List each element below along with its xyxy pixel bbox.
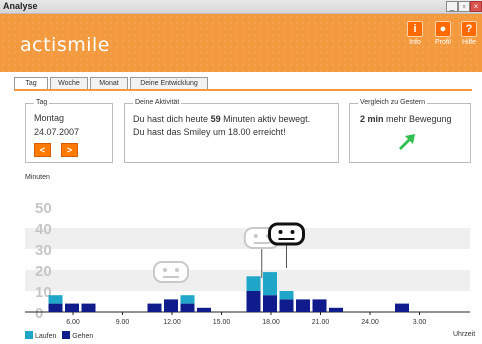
y-tick-label: 0 [35, 305, 43, 322]
close-icon[interactable]: × [470, 1, 482, 12]
bar-laufen [246, 276, 261, 291]
profile-button[interactable]: ● Profil [432, 21, 454, 46]
day-box-legend: Tag [34, 99, 50, 106]
legend-swatch-gehen [62, 331, 71, 339]
grid-band [25, 249, 470, 270]
bar-gehen [296, 299, 310, 312]
minimize-icon[interactable]: _ [446, 1, 458, 12]
bar-gehen [329, 307, 343, 312]
prev-day-button[interactable]: < [34, 143, 51, 157]
bar-gehen [197, 307, 211, 312]
help-icon: ? [461, 21, 477, 37]
bar-gehen [48, 303, 63, 312]
app-header: actismile i Info ● Profil ? Hilfe [0, 14, 482, 72]
tab-monat[interactable]: Monat [90, 77, 128, 89]
tab-deine-entwicklung[interactable]: Deine Entwicklung [130, 77, 208, 89]
bar-gehen [147, 303, 162, 312]
chart-legend: Laufen Gehen [25, 331, 93, 340]
compare-value: 2 min [360, 114, 384, 124]
smiley-eye [163, 268, 167, 272]
x-tick-label: 12.00 [163, 319, 181, 326]
smiley-eye [175, 268, 179, 272]
y-tick-label: 50 [35, 200, 52, 217]
smiley-inactive-icon [153, 261, 189, 283]
info-icon: i [407, 21, 423, 37]
profile-icon: ● [435, 21, 451, 37]
bar-gehen [81, 303, 96, 312]
smiley-active-icon [268, 222, 305, 246]
day-box: Tag Montag 24.07.2007 < > [25, 99, 113, 163]
bar-laufen [180, 295, 195, 304]
x-tick-label: 3.00 [413, 319, 427, 326]
bar-laufen [263, 272, 277, 296]
bar-gehen [180, 303, 195, 312]
smiley-eye [253, 234, 258, 238]
x-tick-label: 15.00 [213, 319, 231, 326]
tab-woche[interactable]: Woche [50, 77, 88, 89]
help-button[interactable]: ? Hilfe [458, 21, 480, 46]
grid-band [25, 207, 470, 228]
window-title: Analyse [3, 1, 38, 11]
x-axis-unit: Uhrzeit [453, 331, 476, 338]
y-tick-label: 40 [35, 221, 52, 238]
activity-box-legend: Deine Aktivität [133, 99, 182, 106]
compare-text: 2 min mehr Bewegung [360, 114, 452, 124]
active-minutes-value: 59 [210, 114, 221, 124]
bar-gehen [395, 303, 409, 312]
bar-gehen [164, 299, 178, 312]
arrow-up-right-icon [399, 134, 415, 150]
legend-label-laufen: Laufen [35, 333, 57, 340]
activity-box: Deine Aktivität Du hast dich heute 59 Mi… [124, 99, 339, 163]
smiley-reached-text: Du hast das Smiley um 18.00 erreicht! [133, 127, 286, 137]
date: 24.07.2007 [34, 127, 80, 137]
y-axis-unit: Minuten [25, 174, 50, 181]
next-day-button[interactable]: > [61, 143, 78, 157]
legend-swatch-laufen [25, 331, 33, 339]
smiley-eye [278, 230, 283, 234]
y-tick-label: 30 [35, 242, 52, 259]
bar-gehen [279, 299, 294, 312]
compare-box: Vergleich zu Gestern 2 min mehr Bewegung [349, 99, 471, 163]
bar-laufen [48, 295, 63, 304]
weekday: Montag [34, 113, 65, 123]
x-tick-label: 18.00 [262, 319, 280, 326]
restore-icon[interactable]: ▫ [458, 1, 470, 12]
bar-gehen [65, 303, 79, 312]
y-tick-label: 20 [35, 263, 52, 280]
bar-gehen [312, 299, 327, 312]
info-button[interactable]: i Info [404, 21, 426, 46]
compare-box-legend: Vergleich zu Gestern [358, 99, 427, 106]
window-titlebar: Analyse _ ▫ × [0, 0, 482, 14]
app-logo: actismile [20, 34, 110, 56]
activity-minutes-text: Du hast dich heute 59 Minuten aktiv bewe… [133, 114, 311, 124]
legend-label-gehen: Gehen [72, 333, 94, 340]
bar-laufen [279, 291, 294, 300]
tab-underline [14, 89, 472, 91]
bar-gehen [263, 295, 277, 312]
x-tick-label: 9.00 [116, 319, 130, 326]
x-tick-label: 6.00 [66, 319, 80, 326]
bar-gehen [246, 291, 261, 312]
x-tick-label: 24.00 [361, 319, 379, 326]
activity-chart: 010203040506.00 9.00 12.00 15.00 18.00 21.00 2… [25, 200, 470, 326]
x-tick-label: 21.00 [312, 319, 330, 326]
smiley-eye [290, 230, 295, 234]
